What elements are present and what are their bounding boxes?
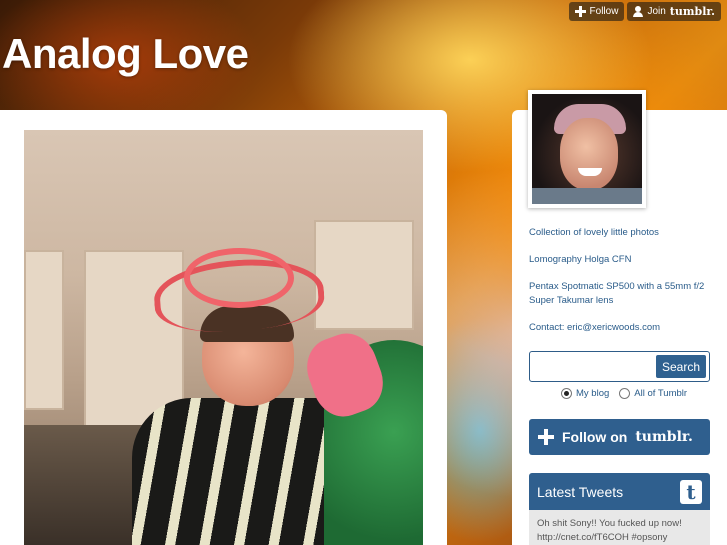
tweet-item[interactable]: Oh shit Sony!! You fucked up now! http:/… <box>529 510 710 545</box>
avatar-shirt <box>532 188 642 204</box>
plus-icon <box>538 429 554 445</box>
avatar[interactable] <box>528 90 646 208</box>
join-tumblr-button[interactable]: Join tumblr. <box>627 2 721 21</box>
plus-icon <box>574 6 586 17</box>
blog-description: Collection of lovely little photos Lomog… <box>529 226 714 348</box>
radio-icon[interactable] <box>619 388 631 399</box>
avatar-face <box>560 118 618 190</box>
follow-on-tumblr-button[interactable]: Follow on tumblr. <box>529 419 710 455</box>
twitter-icon[interactable]: t <box>680 479 702 504</box>
join-label: Join <box>647 6 666 17</box>
scope-label: All of Tumblr <box>634 388 688 399</box>
tumblr-brand: tumblr. <box>669 5 715 18</box>
ribbon-bow <box>184 248 294 308</box>
avatar-image <box>532 94 642 204</box>
search-scope: My blog All of Tumblr <box>561 388 687 399</box>
tweets-title: Latest Tweets <box>537 483 624 500</box>
description-line: Lomography Holga CFN <box>529 254 632 265</box>
radio-checked-icon[interactable] <box>561 388 572 399</box>
scope-my-blog[interactable]: My blog <box>561 388 609 399</box>
contact-line[interactable]: Contact: eric@xericwoods.com <box>529 321 714 335</box>
search-input[interactable] <box>533 355 653 378</box>
post-card <box>0 110 447 545</box>
tumblr-brand: tumblr. <box>635 429 693 445</box>
blog-title[interactable]: Analog Love <box>2 30 249 78</box>
kitchen-cabinet <box>314 220 414 330</box>
scope-all-tumblr[interactable]: All of Tumblr <box>619 388 687 399</box>
post-photo[interactable] <box>24 130 423 545</box>
search-form: Search <box>529 351 710 382</box>
latest-tweets-widget: Latest Tweets t Oh shit Sony!! You fucke… <box>529 473 710 545</box>
description-line: Collection of lovely little photos <box>529 227 659 238</box>
kitchen-cabinet <box>24 250 64 410</box>
tweets-header: Latest Tweets t <box>529 473 710 510</box>
scope-label: My blog <box>576 388 610 399</box>
follow-button[interactable]: Follow <box>568 2 625 21</box>
follow-label: Follow <box>589 6 619 17</box>
description-line: Pentax Spotmatic SP500 with a 55mm f/2 S… <box>529 281 705 306</box>
user-icon <box>633 6 644 17</box>
search-button[interactable]: Search <box>656 355 706 378</box>
follow-on-label: Follow on <box>562 429 628 445</box>
tumblr-controls: Follow Join tumblr. <box>568 2 721 21</box>
